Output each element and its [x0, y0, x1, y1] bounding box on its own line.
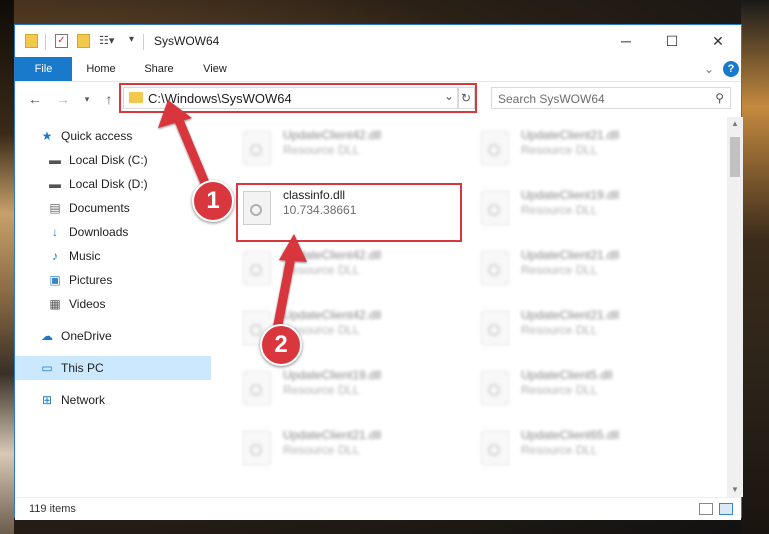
step-badge-2: 2 — [260, 324, 302, 366]
arrow-to-address-bar — [158, 100, 215, 200]
arrow-to-file — [271, 234, 307, 340]
annotation-arrows — [158, 100, 307, 340]
step-badge-1: 1 — [192, 180, 234, 222]
